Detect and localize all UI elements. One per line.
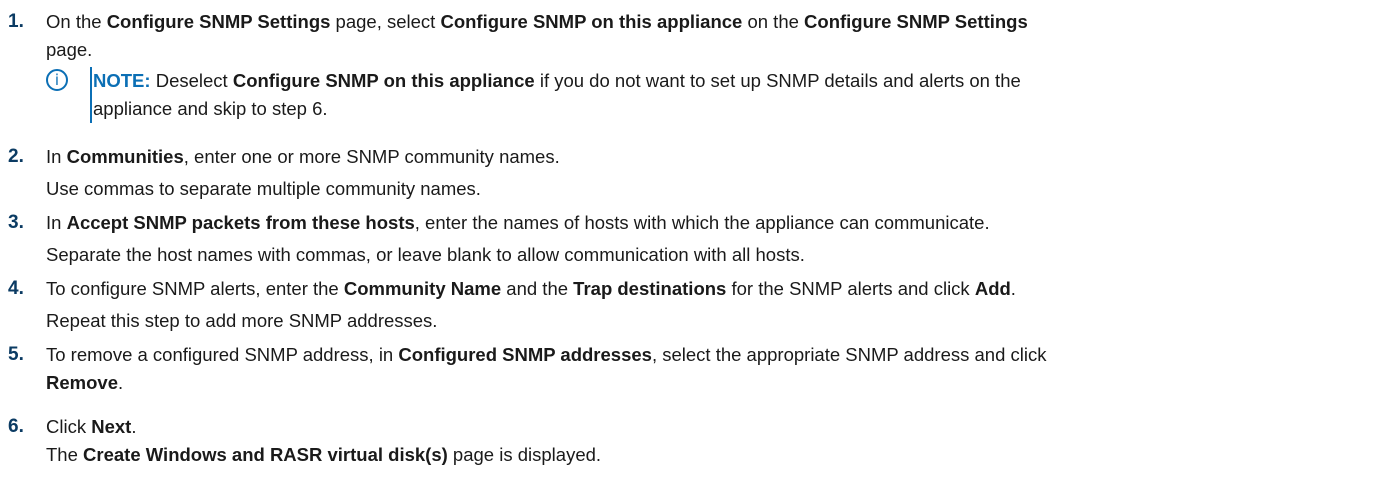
step-number: 5.: [8, 344, 24, 365]
ui-term: Accept SNMP packets from these hosts: [66, 212, 415, 233]
step-text-line: Click Next.: [46, 413, 1399, 441]
text: , enter one or more SNMP community names…: [183, 146, 560, 167]
step-text-line: To remove a configured SNMP address, in …: [46, 341, 1399, 369]
info-circle-icon: i: [46, 69, 68, 91]
step-body: To remove a configured SNMP address, in …: [46, 341, 1399, 397]
text: and the: [501, 278, 574, 299]
text: In: [46, 212, 67, 233]
text: .: [1010, 278, 1016, 299]
document: 1. On the Configure SNMP Settings page, …: [0, 0, 1399, 490]
step-number: 6.: [8, 416, 24, 437]
note-divider: [90, 67, 92, 123]
text: The: [46, 444, 84, 465]
step-body: On the Configure SNMP Settings page, sel…: [46, 8, 1399, 64]
step-text-line: page.: [46, 39, 93, 60]
ui-term: Communities: [66, 146, 184, 167]
text: , select the appropriate SNMP address an…: [651, 344, 1047, 365]
text: Deselect: [150, 70, 233, 91]
ui-term: Configure SNMP on this appliance: [440, 11, 743, 32]
step-text-line: On the Configure SNMP Settings page, sel…: [46, 8, 1399, 36]
step-number: 2.: [8, 146, 24, 167]
text: To remove a configured SNMP address, in: [46, 344, 399, 365]
ui-term: Next: [91, 416, 132, 437]
text: if you do not want to set up SNMP detail…: [534, 70, 1021, 91]
step-text-line: In Accept SNMP packets from these hosts,…: [46, 209, 1399, 237]
note-callout: i NOTE: Deselect Configure SNMP on this …: [46, 67, 1366, 127]
text: , enter the names of hosts with which th…: [414, 212, 990, 233]
text: .: [131, 416, 137, 437]
ui-term: Add: [974, 278, 1011, 299]
text: for the SNMP alerts and click: [726, 278, 975, 299]
ui-term: Configure SNMP on this appliance: [232, 70, 535, 91]
step-number: 1.: [8, 11, 24, 32]
note-line: appliance and skip to step 6.: [93, 98, 328, 119]
step-result-line: The Create Windows and RASR virtual disk…: [46, 441, 1399, 469]
text: page is displayed.: [447, 444, 602, 465]
ui-term: Trap destinations: [573, 278, 727, 299]
ui-term: Create Windows and RASR virtual disk(s): [83, 444, 448, 465]
ui-term: Community Name: [343, 278, 502, 299]
ui-term: Configured SNMP addresses: [398, 344, 652, 365]
text: on the: [742, 11, 805, 32]
note-label: NOTE:: [93, 70, 151, 91]
step-body: In Communities, enter one or more SNMP c…: [46, 143, 1399, 203]
text: .: [117, 372, 124, 393]
step-number: 3.: [8, 212, 24, 233]
note-text: NOTE: Deselect Configure SNMP on this ap…: [93, 67, 1366, 123]
ui-term: Configure SNMP Settings: [106, 11, 331, 32]
text: In: [46, 146, 67, 167]
note-line: NOTE: Deselect Configure SNMP on this ap…: [93, 67, 1366, 95]
text: page, select: [330, 11, 441, 32]
text: On the: [46, 11, 107, 32]
step-body: In Accept SNMP packets from these hosts,…: [46, 209, 1399, 269]
step-body: To configure SNMP alerts, enter the Comm…: [46, 275, 1399, 335]
text: To configure SNMP alerts, enter the: [46, 278, 344, 299]
step-info: Use commas to separate multiple communit…: [46, 178, 481, 199]
step-body: Click Next. The Create Windows and RASR …: [46, 413, 1399, 469]
ui-term: Configure SNMP Settings: [804, 11, 1028, 32]
ui-term: Remove: [46, 372, 118, 393]
step-text-line: Remove.: [46, 369, 1399, 397]
text: Click: [46, 416, 92, 437]
step-info: Repeat this step to add more SNMP addres…: [46, 310, 438, 331]
step-number: 4.: [8, 278, 24, 299]
step-text-line: To configure SNMP alerts, enter the Comm…: [46, 275, 1399, 303]
step-info: Separate the host names with commas, or …: [46, 244, 805, 265]
step-text-line: In Communities, enter one or more SNMP c…: [46, 143, 1399, 171]
